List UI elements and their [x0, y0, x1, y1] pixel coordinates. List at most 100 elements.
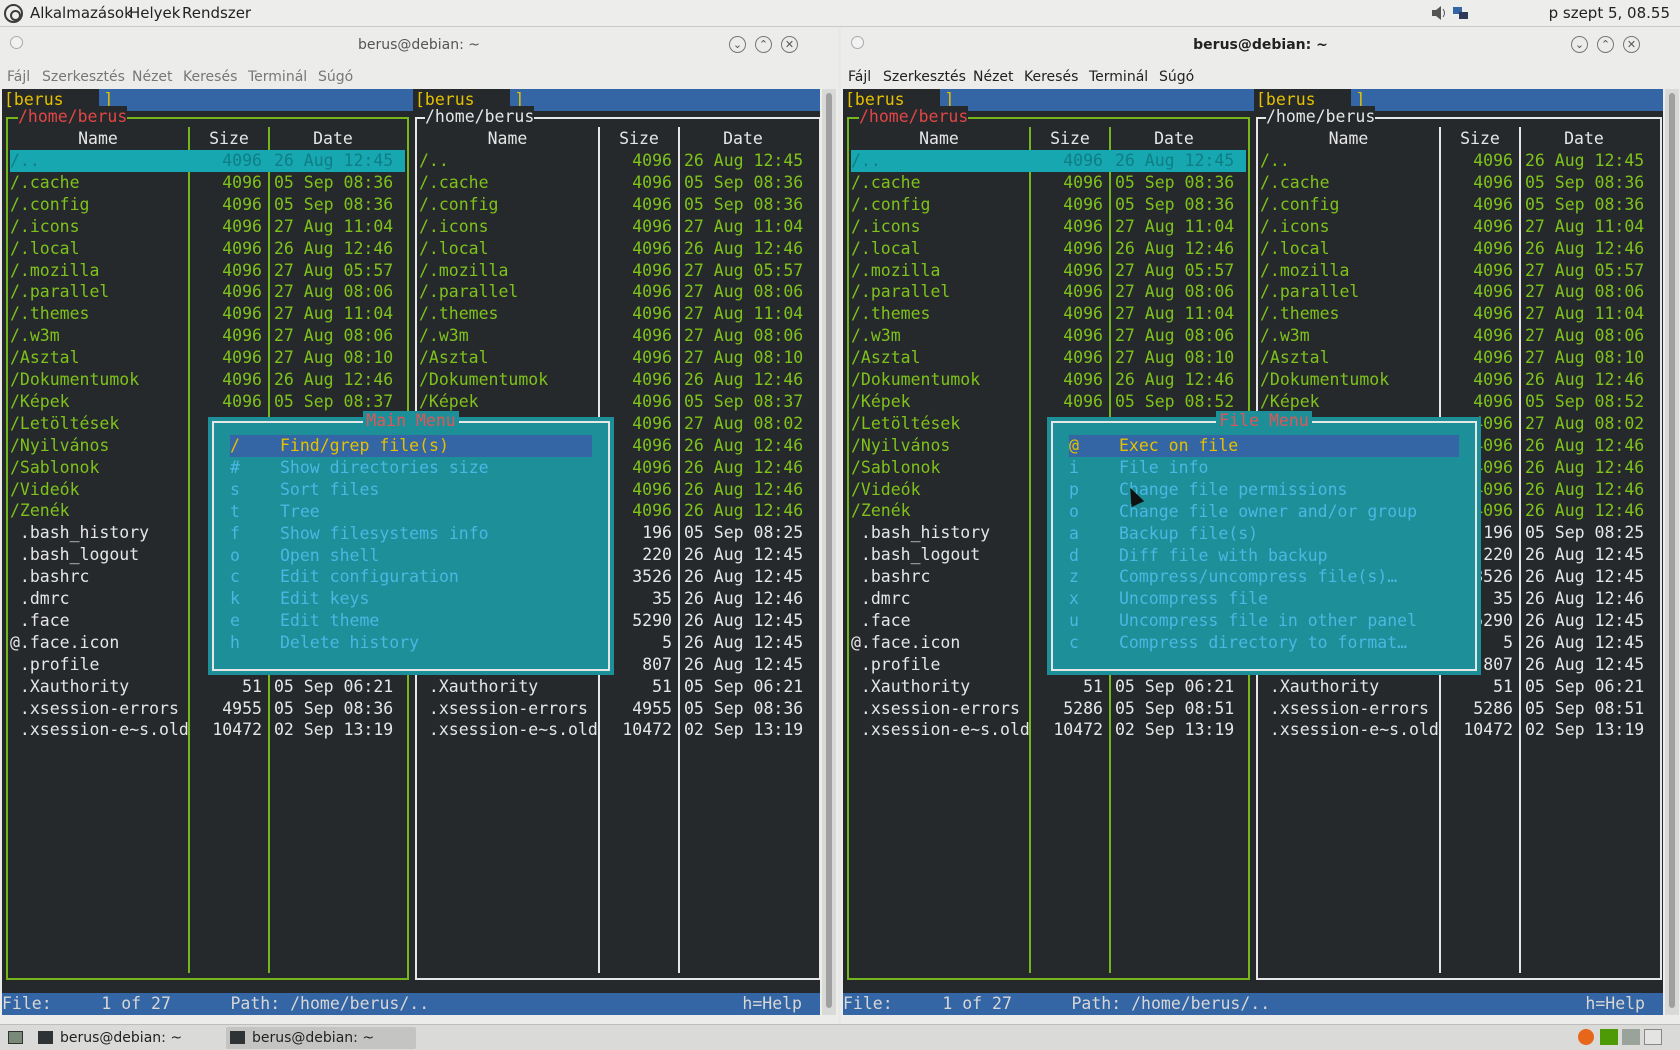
workspace-3-icon[interactable] [1644, 1029, 1662, 1045]
volume-icon[interactable] [1430, 5, 1448, 21]
file-row[interactable]: /.mozilla 4096 27 Aug 05:57 [1260, 260, 1658, 282]
menu-edit[interactable]: Szerkesztés [883, 69, 966, 85]
column-header-date[interactable]: Date [680, 128, 806, 150]
file-row[interactable]: /.local 4096 26 Aug 12:46 [851, 238, 1246, 260]
clock[interactable]: p szept 5, 08.55 [1549, 4, 1670, 22]
file-row[interactable]: /.config 4096 05 Sep 08:36 [851, 194, 1246, 216]
help-hint[interactable]: h=Help [742, 993, 802, 1015]
main-menu-popup[interactable]: Main Menu / Find/grep file(s) # Show directo… [212, 411, 610, 671]
menu-file[interactable]: Fájl [848, 69, 871, 85]
maximize-button[interactable]: ⌃ [1597, 36, 1614, 53]
file-row[interactable]: .xsession-errors 5286 05 Sep 08:51 [1260, 698, 1658, 720]
file-row[interactable]: /Dokumentumok 4096 26 Aug 12:46 [851, 369, 1246, 391]
file-row[interactable]: /.local 4096 26 Aug 12:46 [1260, 238, 1658, 260]
popup-menu-item[interactable]: s Sort files [230, 479, 592, 501]
file-row[interactable]: .xsession-e~s.old 10472 02 Sep 13:19 [851, 719, 1246, 741]
column-header-size[interactable]: Size [190, 128, 268, 150]
file-row[interactable]: .xsession-e~s.old 10472 02 Sep 13:19 [1260, 719, 1658, 741]
file-row[interactable]: /.icons 4096 27 Aug 11:04 [10, 216, 405, 238]
popup-menu-item[interactable]: e Edit theme [230, 610, 592, 632]
file-row[interactable]: /.. 4096 26 Aug 12:45 [1260, 150, 1658, 172]
column-header-size[interactable]: Size [600, 128, 678, 150]
file-row[interactable]: /Dokumentumok 4096 26 Aug 12:46 [10, 369, 405, 391]
scrollbar-thumb[interactable] [1669, 93, 1675, 1008]
network-icon[interactable] [1452, 5, 1470, 21]
help-hint[interactable]: h=Help [1585, 993, 1645, 1015]
minimize-button[interactable]: ⌄ [729, 36, 746, 53]
popup-menu-item[interactable]: o Open shell [230, 545, 592, 567]
menu-view[interactable]: Nézet [132, 69, 173, 85]
close-button[interactable]: ✕ [1623, 36, 1640, 53]
file-row[interactable]: /.icons 4096 27 Aug 11:04 [1260, 216, 1658, 238]
file-row[interactable]: /.w3m 4096 27 Aug 08:06 [851, 325, 1246, 347]
workspace-2-icon[interactable] [1622, 1029, 1640, 1045]
file-row[interactable]: /.parallel 4096 27 Aug 08:06 [1260, 281, 1658, 303]
popup-menu-item[interactable]: t Tree [230, 501, 592, 523]
menu-help[interactable]: Súgó [318, 69, 353, 85]
file-row[interactable]: .xsession-e~s.old 10472 02 Sep 13:19 [419, 719, 817, 741]
popup-menu-item[interactable]: d Diff file with backup [1069, 545, 1459, 567]
file-row[interactable]: /.w3m 4096 27 Aug 08:06 [1260, 325, 1658, 347]
terminal-area[interactable]: [berus ] [berus ]/home/berus Name Size Date /… [843, 89, 1663, 1015]
popup-menu-item[interactable]: c Edit configuration [230, 566, 592, 588]
file-row[interactable]: /.themes 4096 27 Aug 11:04 [851, 303, 1246, 325]
file-row[interactable]: /.themes 4096 27 Aug 11:04 [1260, 303, 1658, 325]
column-header-size[interactable]: Size [1441, 128, 1519, 150]
file-row[interactable]: /.mozilla 4096 27 Aug 05:57 [851, 260, 1246, 282]
file-row[interactable]: /.. 4096 26 Aug 12:45 [419, 150, 817, 172]
file-row[interactable]: /.themes 4096 27 Aug 11:04 [10, 303, 405, 325]
popup-menu-item[interactable]: f Show filesystems info [230, 523, 592, 545]
menu-places[interactable]: Helyek [129, 4, 180, 22]
scrollbar[interactable] [1665, 89, 1679, 1015]
file-row[interactable]: /Asztal 4096 27 Aug 08:10 [419, 347, 817, 369]
minimize-button[interactable]: ⌄ [1571, 36, 1588, 53]
terminal-area[interactable]: [berus ] [berus ]/home/berus Name Size Date /… [2, 89, 820, 1015]
column-header-date[interactable]: Date [1111, 128, 1237, 150]
popup-menu-item[interactable]: c Compress directory to format… [1069, 632, 1459, 654]
close-button[interactable]: ✕ [781, 36, 798, 53]
column-header-date[interactable]: Date [1521, 128, 1647, 150]
file-row[interactable]: /.cache 4096 05 Sep 08:36 [1260, 172, 1658, 194]
column-header-size[interactable]: Size [1031, 128, 1109, 150]
file-row[interactable]: .Xauthority 51 05 Sep 06:21 [10, 676, 405, 698]
file-row[interactable]: /.w3m 4096 27 Aug 08:06 [10, 325, 405, 347]
file-row[interactable]: /.parallel 4096 27 Aug 08:06 [851, 281, 1246, 303]
menu-search[interactable]: Keresés [1024, 69, 1078, 85]
file-row[interactable]: .Xauthority 51 05 Sep 06:21 [419, 676, 817, 698]
file-row[interactable]: /Dokumentumok 4096 26 Aug 12:46 [419, 369, 817, 391]
column-header-name[interactable]: Name [417, 128, 598, 150]
popup-menu-item[interactable]: z Compress/uncompress file(s)… [1069, 566, 1459, 588]
file-row[interactable]: /.local 4096 26 Aug 12:46 [10, 238, 405, 260]
file-row[interactable]: /.. 4096 26 Aug 12:45 [851, 150, 1246, 172]
column-header-name[interactable]: Name [1258, 128, 1439, 150]
file-row[interactable]: /.config 4096 05 Sep 08:36 [419, 194, 817, 216]
popup-menu-item[interactable]: # Show directories size [230, 457, 592, 479]
file-row[interactable]: /.mozilla 4096 27 Aug 05:57 [419, 260, 817, 282]
menu-terminal[interactable]: Terminál [248, 69, 307, 85]
file-row[interactable]: /.cache 4096 05 Sep 08:36 [10, 172, 405, 194]
popup-menu-item[interactable]: h Delete history [230, 632, 592, 654]
menu-file[interactable]: Fájl [7, 69, 30, 85]
menu-terminal[interactable]: Terminál [1089, 69, 1148, 85]
file-row[interactable]: /.icons 4096 27 Aug 11:04 [419, 216, 817, 238]
file-row[interactable]: /.config 4096 05 Sep 08:36 [1260, 194, 1658, 216]
popup-menu-item[interactable]: o Change file owner and/or group [1069, 501, 1459, 523]
scrollbar[interactable] [822, 89, 836, 1015]
file-row[interactable]: /.mozilla 4096 27 Aug 05:57 [10, 260, 405, 282]
column-header-name[interactable]: Name [849, 128, 1029, 150]
file-row[interactable]: /.parallel 4096 27 Aug 08:06 [10, 281, 405, 303]
debian-logo-icon[interactable] [4, 4, 23, 23]
popup-menu-item[interactable]: @ Exec on file [1069, 435, 1459, 457]
popup-menu-item[interactable]: i File info [1069, 457, 1459, 479]
column-header-name[interactable]: Name [8, 128, 188, 150]
file-row[interactable]: /Asztal 4096 27 Aug 08:10 [851, 347, 1246, 369]
file-row[interactable]: /.cache 4096 05 Sep 08:36 [851, 172, 1246, 194]
maximize-button[interactable]: ⌃ [755, 36, 772, 53]
file-row[interactable]: .xsession-errors 5286 05 Sep 08:51 [851, 698, 1246, 720]
menu-applications[interactable]: Alkalmazások [30, 4, 133, 22]
popup-menu-item[interactable]: u Uncompress file in other panel [1069, 610, 1459, 632]
file-row[interactable]: .xsession-e~s.old 10472 02 Sep 13:19 [10, 719, 405, 741]
file-row[interactable]: /.w3m 4096 27 Aug 08:06 [419, 325, 817, 347]
firefox-icon[interactable] [1578, 1029, 1594, 1045]
workspace-1-icon[interactable] [1600, 1029, 1618, 1045]
